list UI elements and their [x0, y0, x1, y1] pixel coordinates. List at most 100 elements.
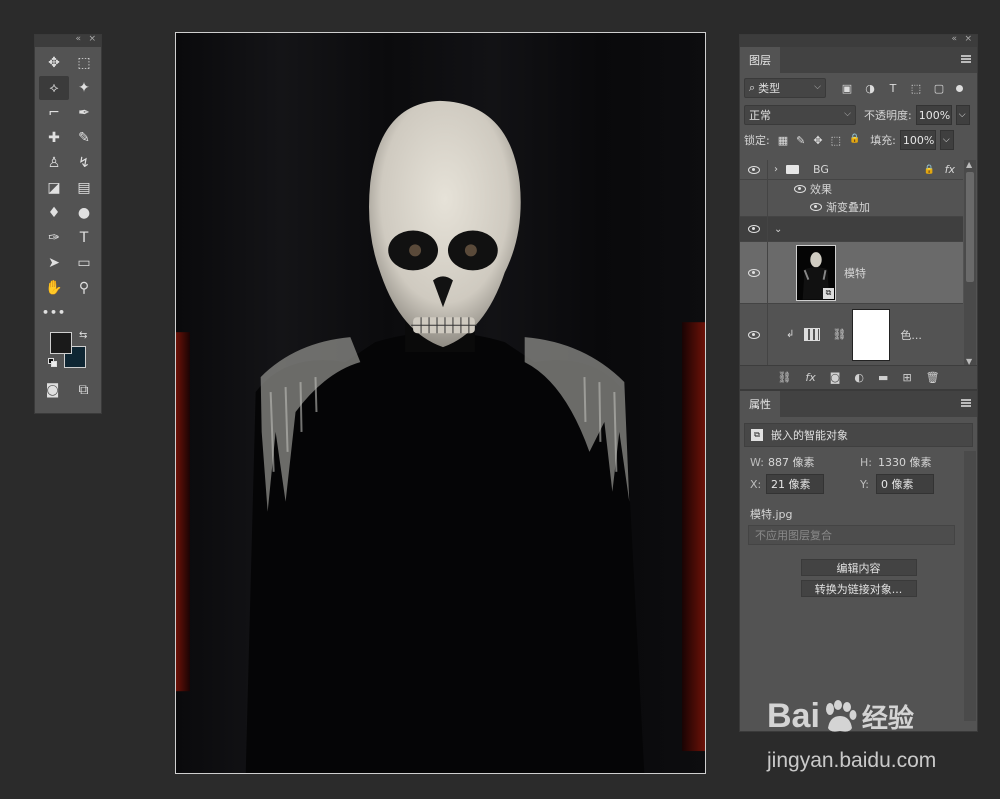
- eye-icon: [747, 330, 760, 339]
- eye-icon: [747, 268, 760, 277]
- canvas-image: [176, 33, 705, 773]
- clone-stamp-tool-icon[interactable]: ♙: [39, 151, 69, 175]
- properties-title: 嵌入的智能对象: [771, 429, 848, 442]
- new-adjustment-layer-icon[interactable]: ◐: [854, 371, 864, 384]
- gradient-tool-icon[interactable]: ▤: [69, 176, 99, 200]
- layer-effect-gradient-overlay[interactable]: 渐变叠加: [740, 198, 963, 217]
- more-tools-icon[interactable]: •••: [39, 300, 69, 324]
- fx-icon[interactable]: fx: [945, 163, 955, 176]
- eyedropper-tool-icon[interactable]: ✒: [69, 101, 99, 125]
- y-position-input[interactable]: 0 像素: [876, 474, 934, 494]
- collapse-icon[interactable]: «: [951, 34, 957, 44]
- visibility-toggle[interactable]: [740, 217, 768, 241]
- tools-panel: « × ✥ ⬚ ⟡ ✦ ⌐ ✒ ✚ ✎ ♙ ↯ ◪ ▤ ♦ ● ✑ T ➤ ▭ ✋ ⚲ ••• ⇆ ◙ ⧉: [34, 34, 102, 414]
- filter-toggle-icon[interactable]: [956, 84, 963, 92]
- rectangle-tool-icon[interactable]: ▭: [69, 251, 99, 275]
- effects-label: 效果: [810, 183, 832, 196]
- type-filter-icon[interactable]: T: [886, 82, 900, 95]
- close-icon[interactable]: ×: [964, 34, 972, 44]
- fill-input[interactable]: 100%: [899, 130, 936, 150]
- layer-list-scrollbar[interactable]: ▲ ▼: [964, 160, 976, 366]
- watermark-url: jingyan.baidu.com: [767, 749, 937, 772]
- fill-dropdown-icon[interactable]: ⌵: [939, 130, 954, 150]
- shape-filter-icon[interactable]: ⬚: [909, 82, 923, 95]
- visibility-toggle[interactable]: [740, 304, 768, 365]
- link-layers-icon[interactable]: ⛓: [777, 371, 791, 384]
- healing-brush-tool-icon[interactable]: ✚: [39, 126, 69, 150]
- history-brush-tool-icon[interactable]: ↯: [69, 151, 99, 175]
- hand-tool-icon[interactable]: ✋: [39, 276, 69, 300]
- layer-filter-kind-select[interactable]: ⌕ 类型 ⌵: [744, 78, 826, 98]
- layers-panel: « × 图层 ⌕ 类型 ⌵ ▣ ◑ T ⬚ ▢ 正常 ⌵ 不透明度: 100% …: [739, 34, 978, 390]
- chevron-right-icon[interactable]: ›: [774, 164, 778, 175]
- add-mask-icon[interactable]: ◙: [830, 371, 841, 384]
- link-icon[interactable]: ⛓: [832, 328, 846, 341]
- adjustment-layer-icon: [804, 328, 821, 341]
- new-layer-icon[interactable]: ⊞: [902, 371, 911, 384]
- layer-thumbnail: ⧉: [796, 244, 836, 301]
- layer-group-bg[interactable]: › BG 🔒 fx: [740, 160, 963, 180]
- layer-model[interactable]: ⧉ 模特: [740, 242, 963, 304]
- x-position-input[interactable]: 21 像素: [766, 474, 824, 494]
- scrollbar-thumb[interactable]: [966, 172, 974, 282]
- screen-mode-icon[interactable]: ⧉: [70, 378, 97, 402]
- dodge-tool-icon[interactable]: ●: [69, 201, 99, 225]
- lock-all-icon[interactable]: 🔒: [849, 134, 860, 147]
- clip-arrow-icon: ↲: [786, 329, 795, 340]
- eye-icon[interactable]: [810, 203, 822, 211]
- color-swatches: ⇆: [35, 328, 101, 376]
- adjustment-filter-icon[interactable]: ◑: [863, 82, 877, 95]
- crop-tool-icon[interactable]: ⌐: [39, 101, 69, 125]
- pixel-filter-icon[interactable]: ▣: [840, 82, 854, 95]
- marquee-tool-icon[interactable]: ⬚: [69, 51, 99, 75]
- document-canvas[interactable]: [175, 32, 706, 774]
- scroll-up-icon[interactable]: ▲: [966, 160, 972, 169]
- edit-contents-button[interactable]: 编辑内容: [800, 559, 917, 576]
- tab-properties[interactable]: 属性: [740, 391, 780, 417]
- tab-layers[interactable]: 图层: [740, 47, 780, 73]
- default-colors-icon[interactable]: [48, 358, 57, 367]
- opacity-input[interactable]: 100%: [915, 105, 952, 125]
- convert-to-linked-button[interactable]: 转换为链接对象...: [800, 580, 917, 597]
- layer-group-expanded[interactable]: ⌄: [740, 217, 963, 242]
- layer-effects-row[interactable]: 效果: [740, 180, 963, 198]
- panel-menu-icon[interactable]: [961, 55, 971, 63]
- smart-object-filter-icon[interactable]: ▢: [932, 82, 946, 95]
- panel-menu-icon[interactable]: [961, 399, 971, 407]
- quick-mask-icon[interactable]: ◙: [39, 378, 66, 402]
- lock-transparent-icon[interactable]: ▦: [778, 134, 788, 147]
- move-tool-icon[interactable]: ✥: [39, 51, 69, 75]
- add-layer-style-icon[interactable]: fx: [805, 371, 815, 384]
- layer-mask-thumbnail[interactable]: [852, 308, 891, 361]
- blend-mode-select[interactable]: 正常 ⌵: [744, 105, 856, 125]
- layer-name: 模特: [844, 266, 866, 280]
- opacity-dropdown-icon[interactable]: ⌵: [955, 105, 970, 125]
- lasso-tool-icon[interactable]: ⟡: [39, 76, 69, 100]
- lock-position-icon[interactable]: ✥: [813, 134, 822, 147]
- chevron-down-icon[interactable]: ⌄: [774, 224, 782, 235]
- type-tool-icon[interactable]: T: [69, 226, 99, 250]
- delete-layer-icon[interactable]: 🗑: [926, 371, 940, 384]
- eraser-tool-icon[interactable]: ◪: [39, 176, 69, 200]
- lock-image-icon[interactable]: ✎: [796, 134, 805, 147]
- blur-tool-icon[interactable]: ♦: [39, 201, 69, 225]
- brush-tool-icon[interactable]: ✎: [69, 126, 99, 150]
- collapse-icon[interactable]: «: [75, 34, 81, 44]
- tools-panel-header[interactable]: « ×: [35, 34, 101, 47]
- swap-colors-icon[interactable]: ⇆: [79, 330, 87, 341]
- layer-adjustment[interactable]: ↲ ⛓ 色...: [740, 304, 963, 366]
- visibility-toggle[interactable]: [740, 160, 768, 179]
- close-icon[interactable]: ×: [88, 34, 96, 44]
- eye-icon[interactable]: [794, 185, 806, 193]
- visibility-toggle[interactable]: [740, 242, 768, 303]
- lock-artboard-icon[interactable]: ⬚: [831, 134, 841, 147]
- pen-tool-icon[interactable]: ✑: [39, 226, 69, 250]
- properties-scrollbar[interactable]: [964, 451, 976, 721]
- layer-comp-select[interactable]: 不应用图层复合: [748, 525, 955, 545]
- foreground-color-swatch[interactable]: [50, 332, 72, 354]
- magic-wand-tool-icon[interactable]: ✦: [69, 76, 99, 100]
- new-group-icon[interactable]: ▬: [878, 371, 888, 384]
- layers-panel-header[interactable]: « ×: [740, 34, 977, 47]
- zoom-tool-icon[interactable]: ⚲: [69, 276, 99, 300]
- path-selection-tool-icon[interactable]: ➤: [39, 251, 69, 275]
